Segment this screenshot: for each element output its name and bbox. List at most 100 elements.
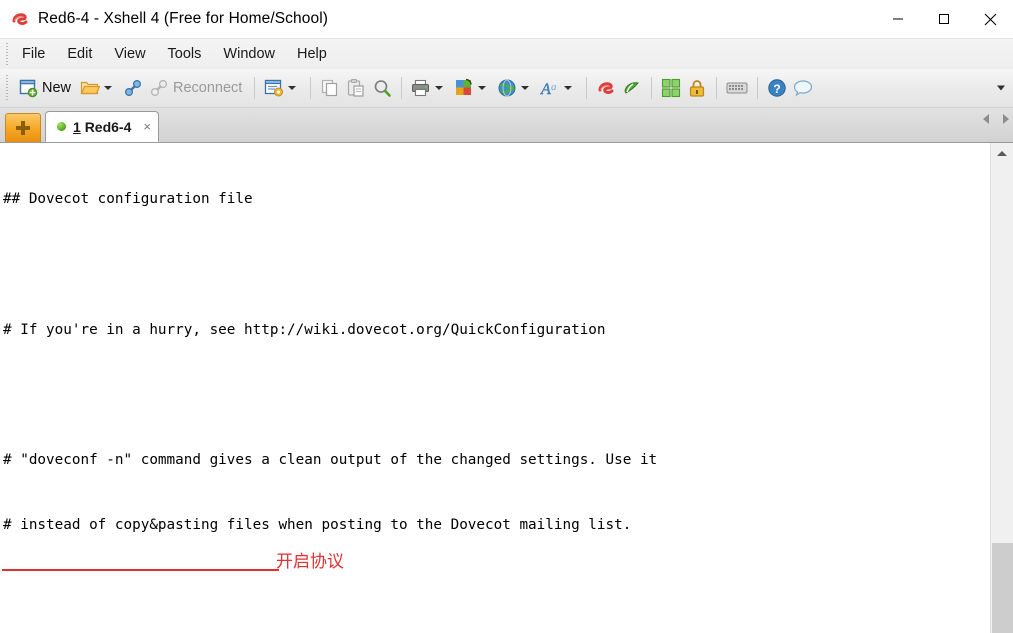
color-scheme-button[interactable] <box>451 73 494 103</box>
paste-icon <box>346 78 366 98</box>
new-window-icon <box>18 78 38 98</box>
annotation-text: 开启协议 <box>276 552 344 572</box>
encoding-dropdown-caret[interactable] <box>521 86 530 90</box>
paste-button[interactable] <box>343 73 369 103</box>
find-button[interactable] <box>369 73 395 103</box>
menu-drag-grip[interactable] <box>3 43 11 65</box>
toolbar-separator <box>651 77 653 99</box>
chat-button[interactable] <box>790 73 816 103</box>
tab-close-icon[interactable]: × <box>143 120 151 133</box>
reconnect-label: Reconnect <box>173 80 243 96</box>
new-tab-button[interactable] <box>5 113 41 142</box>
tab-label: 1 Red6-4 <box>73 119 131 135</box>
copy-icon <box>320 78 340 98</box>
menu-edit[interactable]: Edit <box>56 43 103 65</box>
tab-red6-4[interactable]: 1 Red6-4 × <box>45 111 159 142</box>
terminal-line: # "doveconf -n" command gives a clean ou… <box>3 451 658 468</box>
svg-text:A: A <box>540 81 551 98</box>
tab-status-indicator <box>57 122 66 131</box>
menu-help[interactable]: Help <box>286 43 338 65</box>
xshell-logo-icon <box>10 9 30 29</box>
font-dropdown-caret[interactable] <box>564 86 573 90</box>
toolbar-drag-grip[interactable] <box>3 75 11 101</box>
toolbar-separator <box>716 77 718 99</box>
menu-file[interactable]: File <box>11 43 56 65</box>
tab-navigation <box>983 114 1009 124</box>
color-scheme-dropdown-caret[interactable] <box>478 86 487 90</box>
xshell-logo-icon <box>596 78 616 98</box>
encoding-button[interactable] <box>494 73 537 103</box>
keyboard-icon <box>726 80 748 96</box>
arrange-windows-button[interactable] <box>658 73 684 103</box>
maximize-button[interactable] <box>921 0 967 38</box>
padlock-icon <box>687 78 707 98</box>
minimize-button[interactable] <box>875 0 921 38</box>
tile-windows-icon <box>661 78 681 98</box>
session-properties-icon <box>264 79 284 97</box>
toolbar-separator <box>310 77 312 99</box>
open-session-dropdown-caret[interactable] <box>104 86 113 90</box>
speech-bubble-icon <box>793 79 813 97</box>
terminal-vertical-scrollbar[interactable] <box>990 143 1013 633</box>
window-controls <box>875 0 1013 38</box>
printer-icon <box>411 79 431 97</box>
globe-icon <box>497 78 517 98</box>
terminal-line: # instead of copy&pasting files when pos… <box>3 516 632 533</box>
scroll-tabs-right-icon[interactable] <box>1003 114 1009 124</box>
close-button[interactable] <box>967 0 1013 38</box>
plus-icon <box>16 121 30 135</box>
font-button[interactable]: A a <box>537 73 580 103</box>
menu-view[interactable]: View <box>103 43 156 65</box>
terminal-area: ## Dovecot configuration file # If you'r… <box>0 143 1013 633</box>
open-session-button[interactable] <box>77 73 120 103</box>
xftp-logo-icon <box>622 78 642 98</box>
help-button[interactable]: ? <box>764 73 790 103</box>
toolbar-separator <box>757 77 759 99</box>
xshell-button[interactable] <box>593 73 619 103</box>
toolbar-separator <box>254 77 256 99</box>
magnifier-icon <box>372 78 392 98</box>
color-palette-icon <box>454 78 474 98</box>
window-title: Red6-4 - Xshell 4 (Free for Home/School) <box>38 10 329 27</box>
font-letter-icon: A a <box>540 78 560 98</box>
new-session-button[interactable]: New <box>15 73 77 103</box>
scroll-up-icon[interactable] <box>991 143 1013 163</box>
title-bar: Red6-4 - Xshell 4 (Free for Home/School) <box>0 0 1013 38</box>
connect-plug-icon <box>123 78 143 98</box>
main-toolbar: New Reconnect A a ? <box>0 69 1013 108</box>
terminal-line: ## Dovecot configuration file <box>3 191 253 208</box>
copy-button[interactable] <box>317 73 343 103</box>
svg-text:a: a <box>551 81 557 93</box>
session-manager-button[interactable] <box>261 73 304 103</box>
xftp-button[interactable] <box>619 73 645 103</box>
scrollbar-thumb[interactable] <box>992 543 1013 633</box>
session-manager-dropdown-caret[interactable] <box>288 86 297 90</box>
reconnect-plug-icon <box>149 78 169 98</box>
print-button[interactable] <box>408 73 451 103</box>
menu-tools[interactable]: Tools <box>157 43 213 65</box>
tab-bar: 1 Red6-4 × <box>0 108 1013 143</box>
tab-title: Red6-4 <box>84 118 132 135</box>
menu-window[interactable]: Window <box>212 43 286 65</box>
print-dropdown-caret[interactable] <box>435 86 444 90</box>
svg-text:?: ? <box>774 82 781 96</box>
terminal-line: # If you're in a hurry, see http://wiki.… <box>3 321 606 338</box>
scroll-tabs-left-icon[interactable] <box>983 114 989 124</box>
lock-button[interactable] <box>684 73 710 103</box>
terminal-screen[interactable]: ## Dovecot configuration file # If you'r… <box>0 143 990 633</box>
new-session-label: New <box>42 80 72 96</box>
reconnect-button[interactable]: Reconnect <box>146 73 248 103</box>
help-question-icon: ? <box>767 78 787 98</box>
connect-button[interactable] <box>120 73 146 103</box>
tab-number: 1 <box>73 118 81 135</box>
terminal-text: ## Dovecot configuration file # If you'r… <box>0 146 990 633</box>
toolbar-separator <box>401 77 403 99</box>
menu-bar: File Edit View Tools Window Help <box>0 38 1013 69</box>
keyboard-button[interactable] <box>723 73 751 103</box>
toolbar-separator <box>586 77 588 99</box>
toolbar-overflow-chevron[interactable] <box>997 85 1005 91</box>
annotation-underline <box>2 569 279 571</box>
